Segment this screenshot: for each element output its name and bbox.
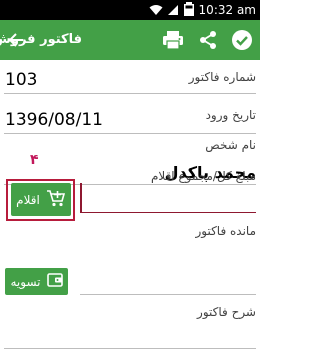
invoice-number-value[interactable]: 103 [5,70,37,90]
wallet-icon [46,272,63,291]
share-icon[interactable] [196,28,220,52]
invoice-number-underline [4,93,256,94]
settle-button[interactable]: تسویه [5,268,68,295]
description-underline[interactable] [4,348,256,349]
person-name-label: نام شخص [205,138,256,152]
text-cursor [80,183,82,212]
check-icon[interactable] [230,28,254,52]
settle-button-label: تسویه [10,274,41,289]
back-arrow-icon[interactable] [4,28,28,52]
app-bar: فاکتور فروش [0,20,260,60]
entry-date-value[interactable]: 1396/08/11 [5,110,103,130]
invoice-balance-label: مانده فاکتور [195,224,256,238]
items-button-label: اقلام [16,192,40,207]
items-button[interactable]: اقلام [11,183,71,216]
add-to-cart-icon [46,188,66,212]
description-label: شرح فاکتور [197,305,256,319]
entry-date-label: تاریخ ورود [205,108,256,122]
total-amount-underline[interactable] [80,212,256,213]
status-bar: 10:32 am [0,0,260,20]
total-amount-label: مبلغ کل/مجموع اقلام [150,169,256,183]
invoice-balance-underline[interactable] [80,294,256,295]
annotation-number: ۴ [30,152,39,168]
invoice-form: شماره فاکتور 103 تاریخ ورود 1396/08/11 ن… [0,60,260,354]
wifi-icon [149,1,163,20]
status-time: 10:32 am [198,3,256,17]
signal-icon [167,1,179,20]
invoice-number-label: شماره فاکتور [188,70,256,84]
battery-icon [183,1,195,20]
entry-date-underline [4,133,256,134]
print-icon[interactable] [161,28,185,52]
